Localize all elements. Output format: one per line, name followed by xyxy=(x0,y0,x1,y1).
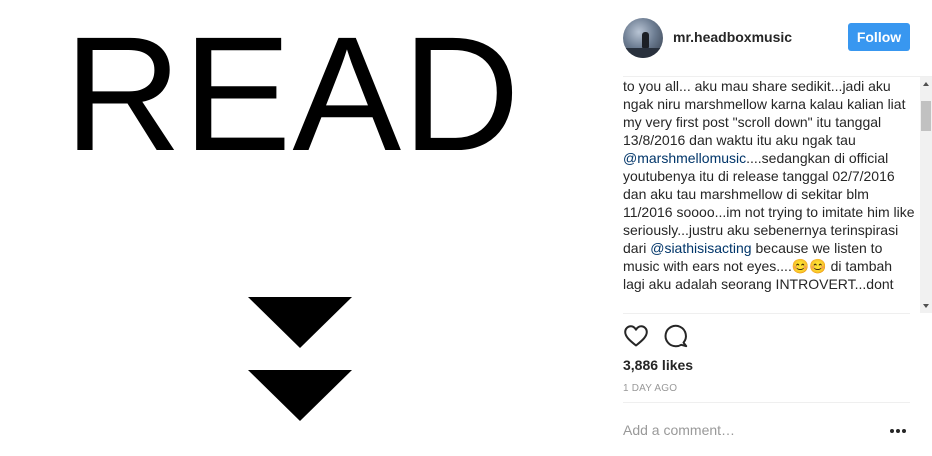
more-options-icon[interactable] xyxy=(890,422,910,438)
comment-icon[interactable] xyxy=(663,323,689,349)
post-image: READ xyxy=(0,0,600,456)
mention-link[interactable]: @marshmellomusic xyxy=(623,150,746,166)
heart-icon[interactable] xyxy=(623,323,649,349)
mention-link[interactable]: @siathisisacting xyxy=(650,240,751,256)
caption-segment: to you all... aku mau share sedikit...ja… xyxy=(623,78,906,148)
scroll-up-arrow-icon[interactable] xyxy=(923,82,929,86)
add-comment-input[interactable] xyxy=(623,418,883,442)
divider xyxy=(623,313,910,314)
image-read-text: READ xyxy=(64,2,521,185)
post-side-panel: mr.headboxmusic Follow to you all... aku… xyxy=(600,0,932,456)
caption-text: to you all... aku mau share sedikit...ja… xyxy=(623,77,915,293)
double-down-arrow-icon xyxy=(248,297,352,421)
divider xyxy=(623,402,910,403)
avatar-ground xyxy=(623,48,663,58)
post-header: mr.headboxmusic Follow xyxy=(623,18,910,58)
follow-button[interactable]: Follow xyxy=(848,23,910,51)
post-timestamp[interactable]: 1 DAY AGO xyxy=(623,383,677,394)
avatar-figure xyxy=(642,32,649,48)
scrollbar-thumb[interactable] xyxy=(921,101,931,131)
scroll-down-arrow-icon[interactable] xyxy=(923,304,929,308)
avatar[interactable] xyxy=(623,18,663,58)
caption-scroll-area[interactable]: to you all... aku mau share sedikit...ja… xyxy=(623,77,932,313)
likes-count[interactable]: 3,886 likes xyxy=(623,357,693,373)
caption-scrollbar[interactable] xyxy=(920,77,932,313)
username-link[interactable]: mr.headboxmusic xyxy=(673,29,792,45)
